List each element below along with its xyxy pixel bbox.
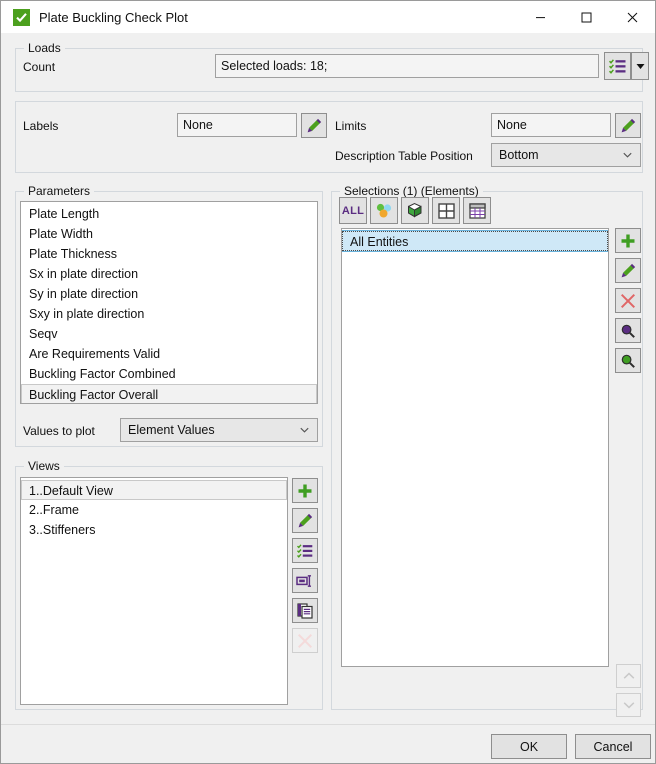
delete-selection-button[interactable] — [615, 288, 641, 313]
list-item[interactable]: 2..Frame — [21, 500, 287, 520]
selections-table-button[interactable] — [463, 197, 491, 224]
add-selection-button[interactable] — [615, 228, 641, 253]
list-item[interactable]: Sxy in plate direction — [21, 304, 317, 324]
delete-view-button[interactable] — [292, 628, 318, 653]
zoom-all-button[interactable] — [615, 348, 641, 373]
selections-cube-button[interactable] — [401, 197, 429, 224]
selections-group-label: Selections (1) (Elements) — [340, 184, 483, 198]
close-button[interactable] — [609, 1, 655, 33]
window-title: Plate Buckling Check Plot — [39, 10, 188, 25]
list-item[interactable]: Sx in plate direction — [21, 264, 317, 284]
rename-icon — [296, 575, 314, 587]
magnifier-purple-icon — [620, 323, 636, 339]
bubbles-icon — [375, 203, 393, 219]
title-bar: Plate Buckling Check Plot — [1, 1, 655, 33]
footer-divider — [1, 724, 656, 725]
close-x-icon — [620, 293, 636, 309]
edit-selection-button[interactable] — [615, 258, 641, 283]
description-table-position-value: Bottom — [499, 148, 539, 162]
selections-grid-button[interactable] — [432, 197, 460, 224]
list-item[interactable]: Sy in plate direction — [21, 284, 317, 304]
pencil-icon — [297, 513, 313, 529]
checkmark-icon — [13, 9, 30, 26]
list-item[interactable]: 3..Stiffeners — [21, 520, 287, 540]
pencil-icon — [620, 118, 636, 134]
loads-group-label: Loads — [24, 41, 65, 55]
list-item[interactable]: Plate Length — [21, 204, 317, 224]
rename-view-button[interactable] — [292, 568, 318, 593]
checklist-icon — [609, 59, 626, 74]
list-item[interactable]: Plate Thickness — [21, 244, 317, 264]
loads-list-button[interactable] — [604, 52, 631, 80]
cancel-button[interactable]: Cancel — [575, 734, 651, 759]
loads-count-field[interactable]: Selected loads: 18; — [215, 54, 599, 78]
list-item[interactable]: Plate Width — [21, 224, 317, 244]
list-item-selected[interactable]: All Entities — [342, 231, 608, 251]
pencil-icon — [306, 118, 322, 134]
magnifier-green-icon — [620, 353, 636, 369]
dialog-window: Plate Buckling Check Plot Loads Count Se… — [0, 0, 656, 764]
description-table-position-select[interactable]: Bottom — [491, 143, 641, 167]
loads-dropdown-button[interactable] — [631, 52, 649, 80]
list-item[interactable]: Seqv — [21, 324, 317, 344]
list-item-selected[interactable]: Buckling Factor Overall — [21, 384, 317, 404]
close-x-icon — [297, 633, 313, 649]
selections-all-button[interactable]: ALL — [339, 197, 367, 224]
maximize-button[interactable] — [563, 1, 609, 33]
grid-icon — [438, 203, 455, 219]
labels-edit-button[interactable] — [301, 113, 327, 138]
chevron-down-icon — [300, 427, 309, 433]
selections-list[interactable]: All Entities — [341, 228, 609, 667]
labels-field[interactable]: None — [177, 113, 297, 137]
checklist-icon — [297, 544, 313, 558]
table-icon — [469, 203, 486, 219]
copy-icon — [297, 603, 313, 619]
list-item-selected[interactable]: 1..Default View — [21, 480, 287, 500]
chevron-up-icon — [623, 672, 635, 680]
move-down-button[interactable] — [616, 693, 641, 717]
views-list[interactable]: 1..Default View 2..Frame 3..Stiffeners — [20, 477, 288, 705]
all-label: ALL — [342, 205, 364, 217]
move-up-button[interactable] — [616, 664, 641, 688]
chevron-down-icon — [623, 152, 632, 158]
view-list-button[interactable] — [292, 538, 318, 563]
copy-view-button[interactable] — [292, 598, 318, 623]
description-table-position-label: Description Table Position — [335, 149, 473, 163]
pencil-icon — [620, 263, 636, 279]
selections-bubbles-button[interactable] — [370, 197, 398, 224]
list-item[interactable]: Buckling Factor Combined — [21, 364, 317, 384]
plus-icon — [297, 483, 313, 499]
parameters-list[interactable]: Plate Length Plate Width Plate Thickness… — [20, 201, 318, 404]
list-item[interactable]: Are Requirements Valid — [21, 344, 317, 364]
loads-count-label: Count — [23, 60, 55, 74]
window-controls — [517, 1, 655, 33]
values-to-plot-select[interactable]: Element Values — [120, 418, 318, 442]
limits-edit-button[interactable] — [615, 113, 641, 138]
dropdown-arrow-icon — [636, 63, 645, 70]
labels-label: Labels — [23, 119, 58, 133]
edit-view-button[interactable] — [292, 508, 318, 533]
limits-label: Limits — [335, 119, 366, 133]
chevron-down-icon — [623, 701, 635, 709]
values-to-plot-label: Values to plot — [23, 424, 95, 438]
views-group-label: Views — [24, 459, 64, 473]
minimize-button[interactable] — [517, 1, 563, 33]
cube-icon — [406, 202, 424, 219]
plus-icon — [620, 233, 636, 249]
ok-button[interactable]: OK — [491, 734, 567, 759]
parameters-group-label: Parameters — [24, 184, 94, 198]
limits-field[interactable]: None — [491, 113, 611, 137]
zoom-selection-button[interactable] — [615, 318, 641, 343]
values-to-plot-value: Element Values — [128, 423, 215, 437]
add-view-button[interactable] — [292, 478, 318, 503]
